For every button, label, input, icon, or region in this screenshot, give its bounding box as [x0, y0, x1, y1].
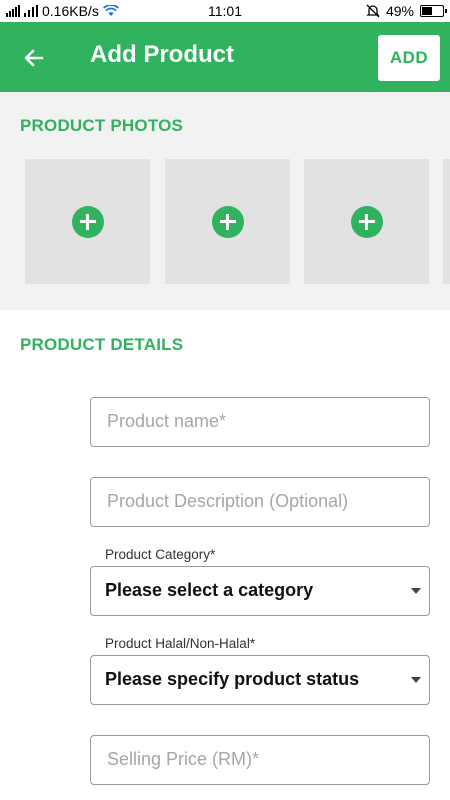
- dropdown-caret-icon: [411, 588, 421, 594]
- product-name-input[interactable]: Product name*: [90, 397, 430, 447]
- photo-slot[interactable]: [165, 159, 290, 284]
- add-circle-icon: [71, 205, 104, 238]
- arrow-left-icon: [24, 49, 44, 67]
- photo-slot[interactable]: [304, 159, 429, 284]
- app-bar: Add Product ADD: [0, 22, 450, 92]
- product-halal-label: Product Halal/Non-Halal*: [105, 636, 256, 651]
- selling-price-placeholder: Selling Price (RM)*: [107, 749, 260, 769]
- product-description-input[interactable]: Product Description (Optional): [90, 477, 430, 527]
- product-photos-title: PRODUCT PHOTOS: [20, 116, 184, 135]
- product-name-placeholder: Product name*: [107, 411, 227, 431]
- product-details-title: PRODUCT DETAILS: [20, 335, 184, 354]
- add-circle-icon: [350, 205, 383, 238]
- product-category-select[interactable]: Please select a category: [90, 566, 430, 616]
- product-halal-select[interactable]: Please specify product status: [90, 655, 430, 705]
- add-button[interactable]: ADD: [378, 35, 440, 81]
- selling-price-input[interactable]: Selling Price (RM)*: [90, 735, 430, 785]
- page-title: Add Product: [90, 41, 234, 68]
- add-circle-icon: [211, 205, 244, 238]
- product-category-value: Please select a category: [105, 580, 314, 600]
- dropdown-caret-icon: [411, 677, 421, 683]
- photo-slot[interactable]: [25, 159, 150, 284]
- battery-percent: 49%: [385, 3, 414, 19]
- status-bar: 0.16KB/s 11:01 49%: [0, 0, 450, 22]
- status-right: 49%: [366, 3, 447, 19]
- product-halal-value: Please specify product status: [105, 669, 360, 689]
- battery-icon: [420, 5, 447, 17]
- photo-slot[interactable]: [443, 159, 450, 284]
- back-button[interactable]: [18, 42, 50, 74]
- mute-bell-icon: [366, 4, 380, 18]
- product-category-label: Product Category*: [105, 547, 216, 562]
- product-description-placeholder: Product Description (Optional): [107, 491, 349, 511]
- product-photos-section: PRODUCT PHOTOS: [0, 92, 450, 310]
